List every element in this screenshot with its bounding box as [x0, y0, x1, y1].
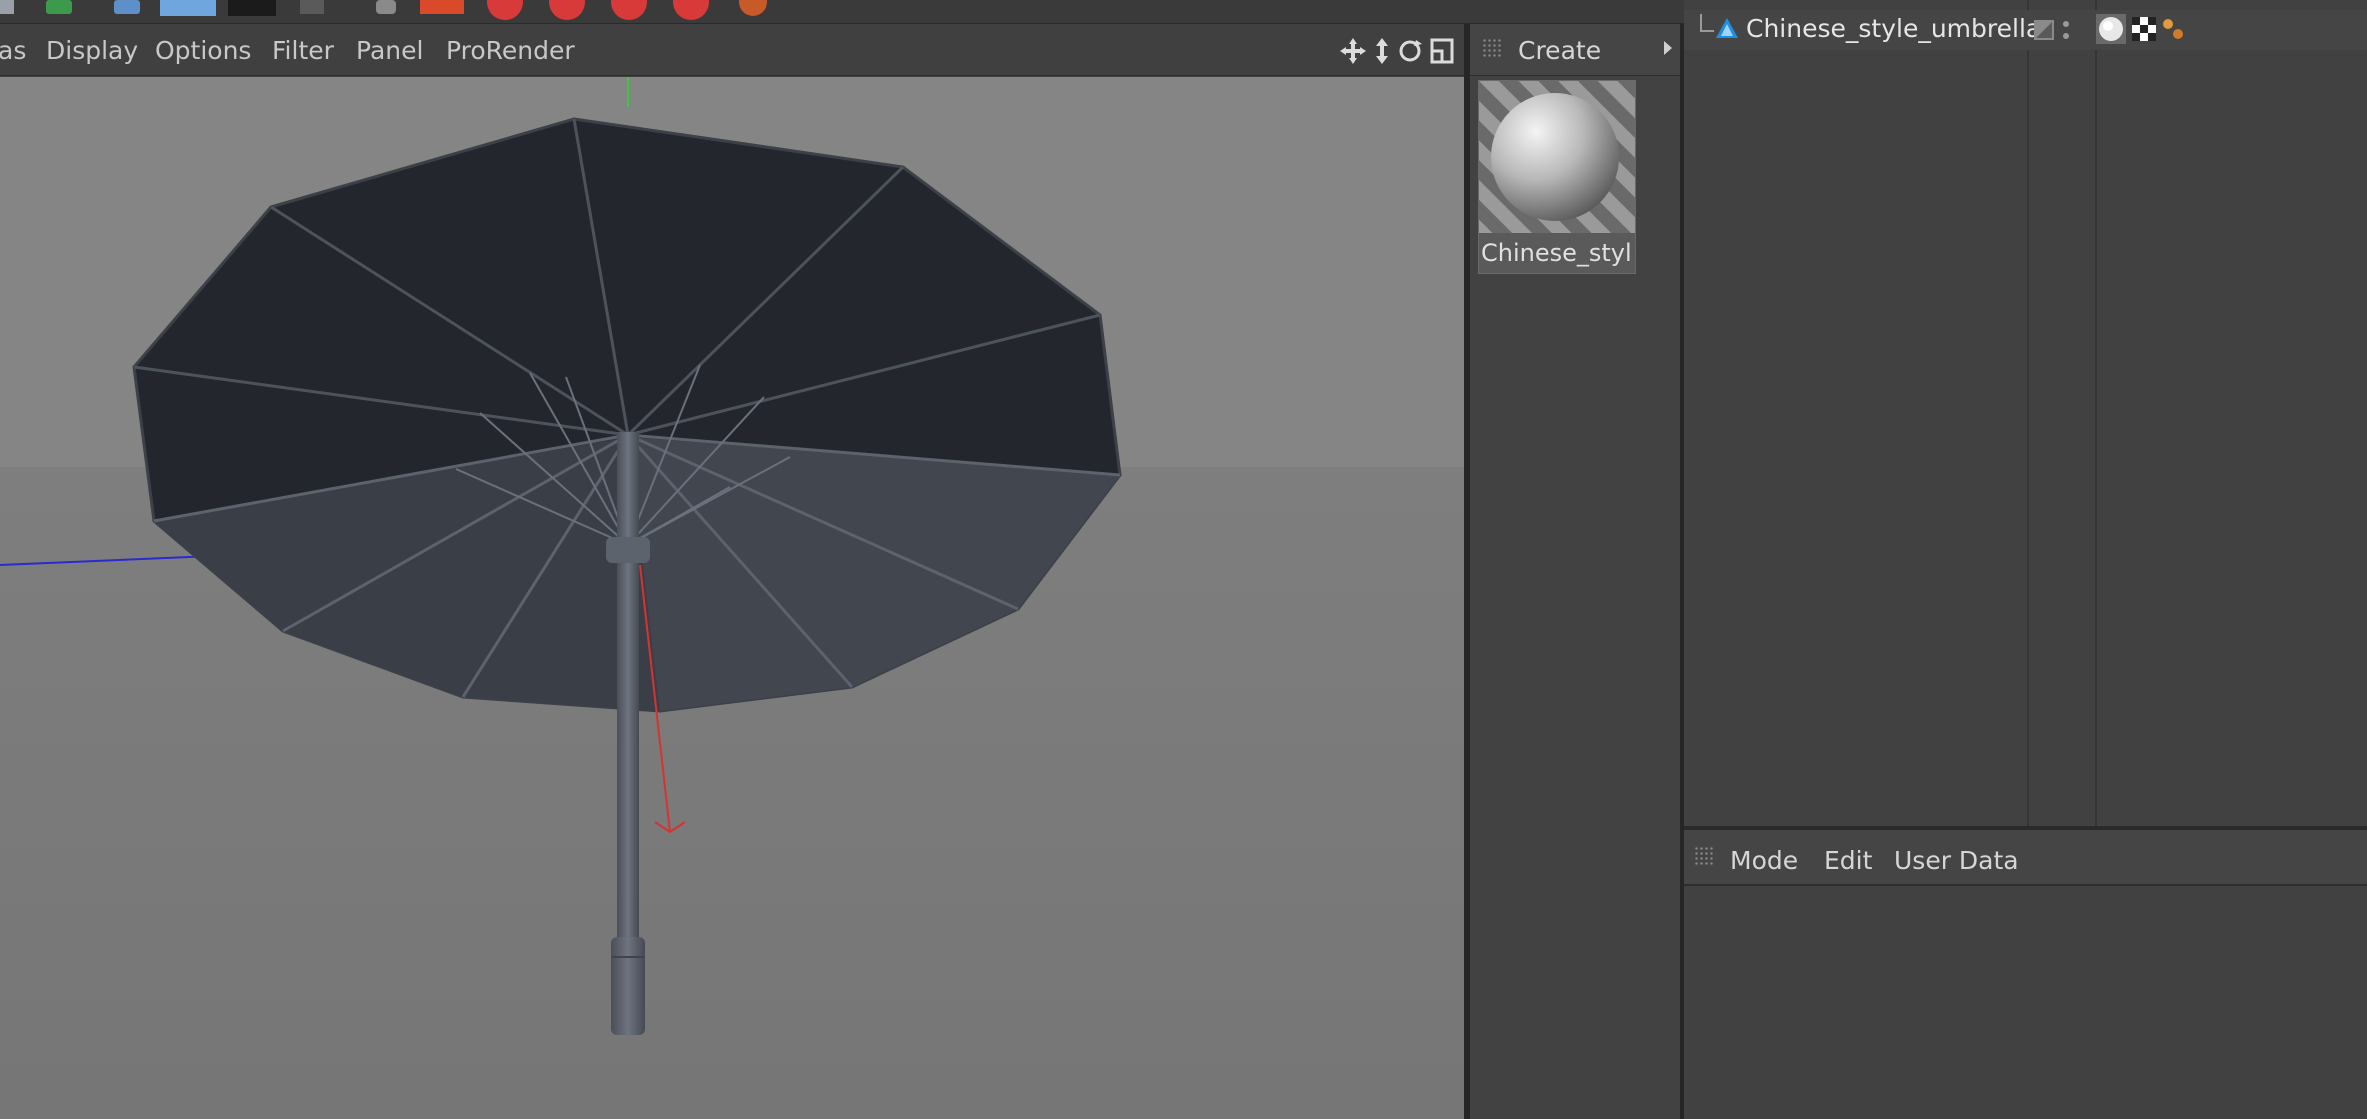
grid-tool-icon[interactable]: [160, 0, 216, 16]
object-name[interactable]: Chinese_style_umbrella: [1746, 14, 2041, 43]
record-key-icon[interactable]: [673, 0, 709, 20]
material-manager: Create Chinese_style: [1470, 24, 1680, 1119]
record-key-icon[interactable]: [487, 0, 523, 20]
tool-icon[interactable]: [0, 0, 14, 14]
toolbar-icons: [0, 0, 767, 20]
move-view-icon[interactable]: [1340, 38, 1366, 64]
tool-icon[interactable]: [376, 0, 396, 14]
cube-tool-icon[interactable]: [114, 0, 140, 14]
attribute-menubar: Mode Edit User Data: [1684, 830, 2367, 886]
viewport-canvas[interactable]: [0, 77, 1464, 1119]
attribute-menu-mode[interactable]: Mode: [1730, 846, 1798, 875]
panel-grip-icon[interactable]: [1694, 846, 1714, 866]
column-divider: [2027, 0, 2029, 826]
object-row[interactable]: Chinese_style_umbrella: [1684, 10, 2367, 50]
material-tile[interactable]: Chinese_style: [1478, 80, 1636, 274]
tree-line: [1700, 14, 1714, 32]
texture-tag-icon[interactable]: [2132, 17, 2156, 41]
material-menubar: Create: [1470, 24, 1680, 76]
material-name: Chinese_style: [1481, 239, 1633, 267]
column-divider: [2095, 0, 2097, 826]
panel-grip-icon[interactable]: [1482, 38, 1502, 58]
viewport-panel: as Display Options Filter Panel ProRende…: [0, 24, 1464, 1119]
phong-tag-icon[interactable]: [2163, 19, 2183, 39]
attribute-manager: Mode Edit User Data: [1684, 830, 2367, 1119]
object-tags: [2096, 14, 2183, 44]
viewport-menu-filter[interactable]: Filter: [272, 36, 334, 65]
material-preview-icon: [1479, 81, 1635, 233]
viewport-nav-icons: [1340, 38, 1454, 64]
object-manager: Chinese_style_umbrella: [1684, 0, 2367, 826]
record-key-icon[interactable]: [611, 0, 647, 20]
record-key-icon[interactable]: [549, 0, 585, 20]
attribute-menu-edit[interactable]: Edit: [1824, 846, 1872, 875]
viewport-menu-display[interactable]: Display: [46, 36, 138, 65]
viewport-menu-prorender[interactable]: ProRender: [446, 36, 575, 65]
toggle-layout-icon[interactable]: [1430, 38, 1454, 64]
viewport-menu-options[interactable]: Options: [155, 36, 251, 65]
camera-tool-icon[interactable]: [228, 0, 276, 16]
light-tool-icon[interactable]: [300, 0, 324, 14]
dolly-view-icon[interactable]: [1376, 38, 1388, 64]
tool-icon[interactable]: [420, 0, 464, 14]
viewport-menu-cameras[interactable]: as: [0, 36, 26, 65]
polygon-object-icon: [1716, 18, 1738, 38]
viewport-menu-panel[interactable]: Panel: [356, 36, 423, 65]
rotate-view-icon[interactable]: [1399, 40, 1422, 62]
viewport-menubar: as Display Options Filter Panel ProRende…: [0, 24, 1464, 76]
menu-expand-icon[interactable]: [1664, 41, 1672, 55]
material-menu-create[interactable]: Create: [1518, 36, 1601, 65]
attribute-menu-user-data[interactable]: User Data: [1894, 846, 2019, 875]
visibility-flag-icon[interactable]: [2034, 18, 2074, 42]
right-column: Chinese_style_umbrella Mode Edit User Da…: [1684, 0, 2367, 1119]
tool-icon[interactable]: [46, 0, 72, 14]
tool-icon[interactable]: [739, 0, 767, 16]
material-tag-icon[interactable]: [2096, 14, 2126, 44]
